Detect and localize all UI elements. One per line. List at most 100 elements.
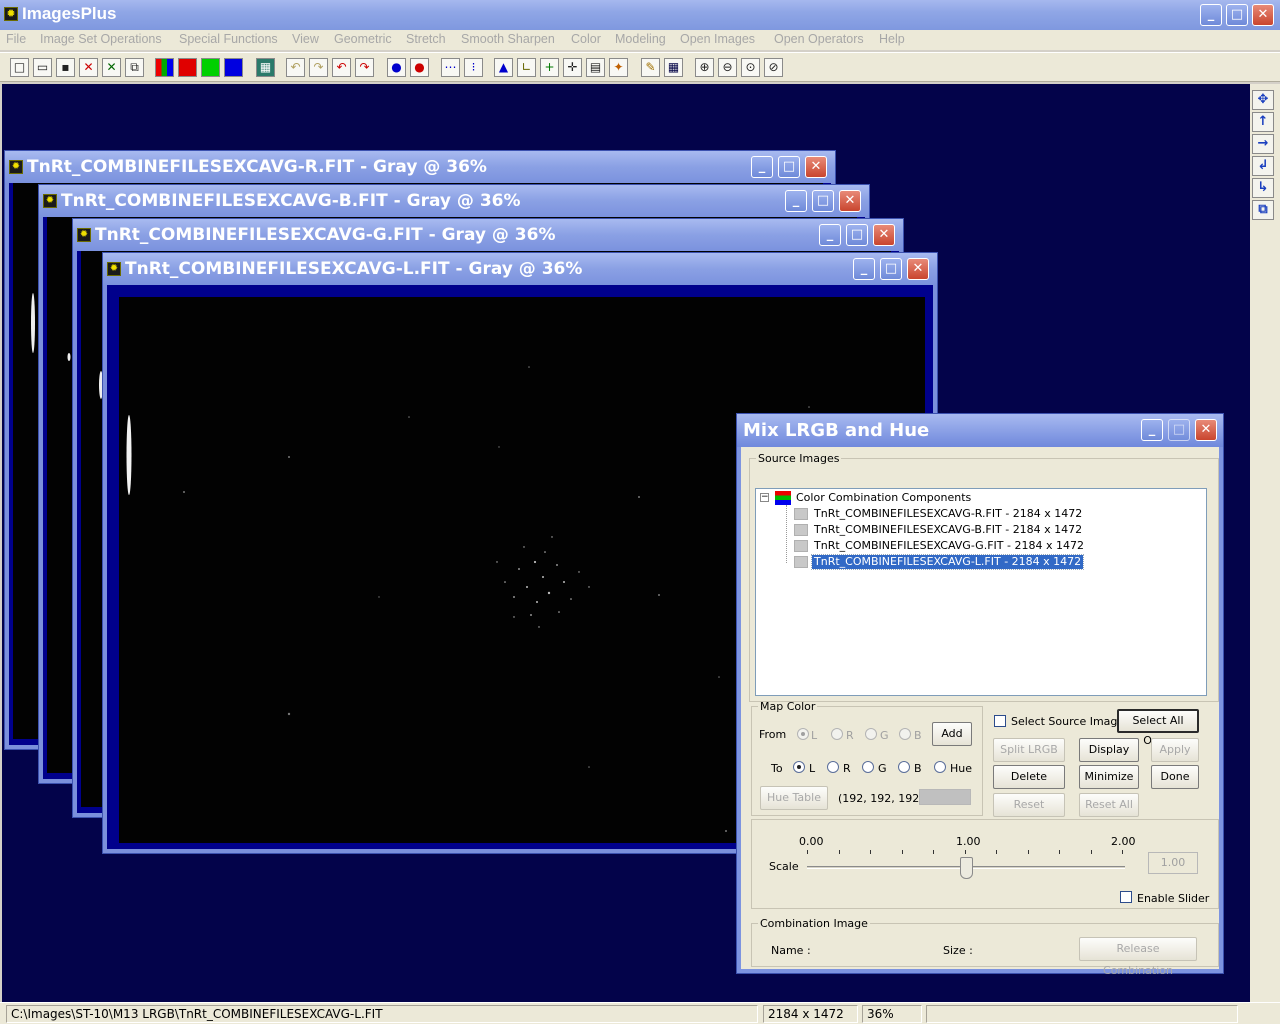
collapse-icon[interactable]: − [760,493,769,502]
window-titlebar[interactable]: ✹ TnRt_COMBINEFILESEXCAVG-R.FIT - Gray @… [5,151,835,183]
menu-stretch[interactable]: Stretch [406,32,446,46]
minimize-button[interactable]: _ [785,190,807,212]
delete-button[interactable]: Delete [993,765,1065,789]
to-radio-g[interactable] [862,761,874,773]
maximize-button[interactable]: □ [778,156,800,178]
source-tree[interactable]: − Color Combination Components TnRt_COMB… [755,488,1207,696]
display-button[interactable]: Display [1079,738,1139,762]
window-titlebar[interactable]: ✹ TnRt_COMBINEFILESEXCAVG-G.FIT - Gray @… [73,219,903,251]
select-all-open-button[interactable]: Select All Open [1117,709,1199,747]
close-button[interactable]: ✕ [1195,419,1217,441]
to-radio-b[interactable] [898,761,910,773]
close-all-icon[interactable]: ✕ [102,58,121,77]
minimize-button[interactable]: _ [751,156,773,178]
move-icon[interactable]: ✥ [1252,90,1274,110]
calculator-icon[interactable]: ▤ [586,58,605,77]
redo-icon[interactable]: ↷ [355,58,374,77]
green-channel-icon[interactable] [201,58,220,77]
open-folder-icon[interactable]: ▭ [33,58,52,77]
menu-special-functions[interactable]: Special Functions [179,32,278,46]
arrow-up-icon[interactable]: ↑ [1252,112,1274,132]
rotate-left-icon[interactable]: ↲ [1252,156,1274,176]
mix-lrgb-dialog[interactable]: Mix LRGB and Hue _ □ ✕ Source Images − C… [736,413,1224,977]
to-radio-l[interactable] [793,761,805,773]
menu-open-operators[interactable]: Open Operators [774,32,864,46]
tree-item-g[interactable]: TnRt_COMBINEFILESEXCAVG-G.FIT - 2184 x 1… [812,539,1086,553]
maximize-button[interactable]: □ [880,258,902,280]
maximize-button[interactable]: □ [846,224,868,246]
reset-all-button[interactable]: Reset All [1079,793,1139,817]
tree-item-b[interactable]: TnRt_COMBINEFILESEXCAVG-B.FIT - 2184 x 1… [812,523,1084,537]
hue-table-button[interactable]: Hue Table [760,786,828,810]
enable-slider-checkbox[interactable] [1120,891,1132,903]
minimize-button[interactable]: _ [819,224,841,246]
minimize-button[interactable]: _ [853,258,875,280]
to-radio-r[interactable] [827,761,839,773]
window-titlebar[interactable]: ✹ TnRt_COMBINEFILESEXCAVG-L.FIT - Gray @… [103,253,937,285]
new-file-icon[interactable]: □ [10,58,29,77]
from-radio-g[interactable] [865,728,877,740]
crosshair-icon[interactable]: ✛ [563,58,582,77]
save-icon[interactable]: ▪ [56,58,75,77]
grid-icon[interactable]: ▦ [256,58,275,77]
from-radio-r[interactable] [831,728,843,740]
rgb-channels-icon[interactable] [155,58,174,77]
rotate-right-icon[interactable]: ↳ [1252,178,1274,198]
crosshair-add-icon[interactable]: + [540,58,559,77]
close-button[interactable]: ✕ [907,258,929,280]
add-button[interactable]: Add [932,722,972,746]
point-blue-icon[interactable]: ● [387,58,406,77]
split-lrgb-button[interactable]: Split LRGB [993,738,1065,762]
copy-icon[interactable]: ⧉ [1252,200,1274,220]
scale-value-field[interactable]: 1.00 [1148,852,1198,874]
menu-color[interactable]: Color [571,32,601,46]
minimize-images-button[interactable]: Minimize [1079,765,1139,789]
pencil-icon[interactable]: ✎ [641,58,660,77]
redo-disabled-icon[interactable]: ↷ [309,58,328,77]
zoom-in-icon[interactable]: ⊕ [695,58,714,77]
histogram-icon[interactable]: ▲ [494,58,513,77]
minimize-button[interactable]: _ [1200,4,1222,26]
to-radio-hue[interactable] [934,761,946,773]
minimize-button[interactable]: _ [1141,419,1163,441]
close-button[interactable]: ✕ [1252,4,1274,26]
windows-icon[interactable]: ⧉ [125,58,144,77]
undo-icon[interactable]: ↶ [332,58,351,77]
selection-icon[interactable]: ⁝ [464,58,483,77]
from-radio-l[interactable] [797,728,809,740]
done-button[interactable]: Done [1151,765,1199,789]
menu-geometric[interactable]: Geometric [334,32,392,46]
menu-help[interactable]: Help [879,32,905,46]
maximize-button[interactable]: □ [812,190,834,212]
menu-image-set-operations[interactable]: Image Set Operations [40,32,162,46]
tree-root-label[interactable]: Color Combination Components [794,491,973,505]
close-button[interactable]: ✕ [839,190,861,212]
menu-view[interactable]: View [292,32,319,46]
pixel-grid-icon[interactable]: ▦ [664,58,683,77]
apply-button[interactable]: Apply [1151,738,1199,762]
arrow-right-icon[interactable]: → [1252,134,1274,154]
maximize-button[interactable]: □ [1168,419,1190,441]
maximize-button[interactable]: □ [1226,4,1248,26]
scale-thumb[interactable] [960,857,973,879]
zoom-out-icon[interactable]: ⊖ [718,58,737,77]
undo-disabled-icon[interactable]: ↶ [286,58,305,77]
menu-file[interactable]: File [6,32,26,46]
close-button[interactable]: ✕ [873,224,895,246]
curve-icon[interactable]: ∟ [517,58,536,77]
close-image-icon[interactable]: ✕ [79,58,98,77]
menu-modeling[interactable]: Modeling [615,32,666,46]
menu-smooth-sharpen[interactable]: Smooth Sharpen [461,32,555,46]
window-titlebar[interactable]: ✹ TnRt_COMBINEFILESEXCAVG-B.FIT - Gray @… [39,185,869,217]
select-source-image-checkbox[interactable] [994,715,1006,727]
menu-open-images[interactable]: Open Images [680,32,755,46]
tree-item-l[interactable]: TnRt_COMBINEFILESEXCAVG-L.FIT - 2184 x 1… [810,554,1085,570]
palette-icon[interactable]: ✦ [609,58,628,77]
close-button[interactable]: ✕ [805,156,827,178]
release-combination-button[interactable]: Release Combination [1079,937,1197,977]
reset-button[interactable]: Reset [993,793,1065,817]
zoom-actual-icon[interactable]: ⊘ [764,58,783,77]
from-radio-b[interactable] [899,728,911,740]
blue-channel-icon[interactable] [224,58,243,77]
tree-item-r[interactable]: TnRt_COMBINEFILESEXCAVG-R.FIT - 2184 x 1… [812,507,1084,521]
